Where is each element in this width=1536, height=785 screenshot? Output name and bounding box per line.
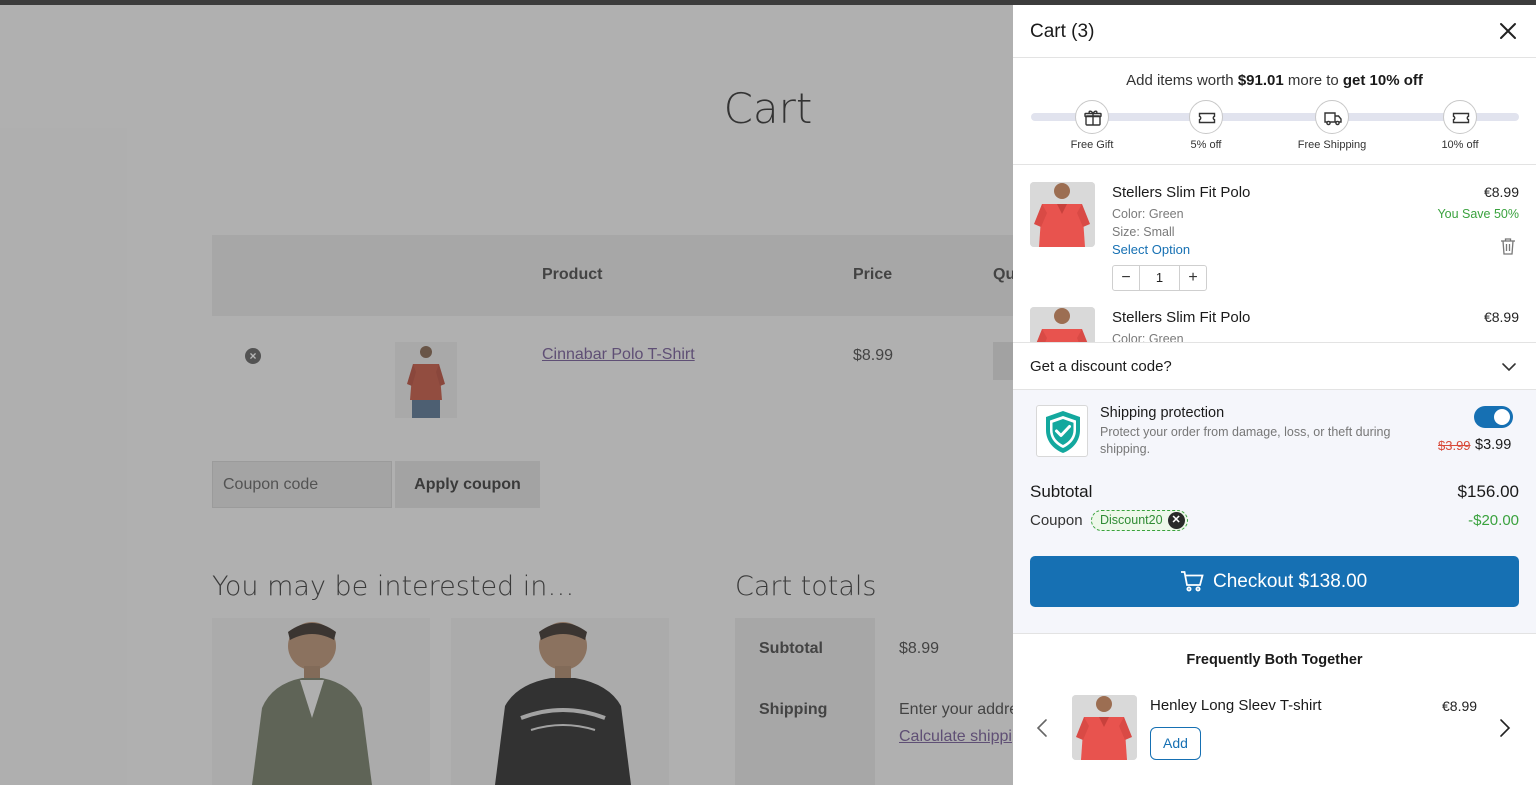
drawer-header: Cart (3) <box>1013 5 1536 58</box>
progress-msg-prefix: Add items worth <box>1126 72 1238 89</box>
item-name[interactable]: Stellers Slim Fit Polo <box>1112 309 1250 326</box>
fbt-product-image[interactable] <box>1072 695 1137 760</box>
ticket-icon <box>1189 100 1223 134</box>
discount-label: Get a discount code? <box>1030 358 1172 375</box>
order-summary: Shipping protection Protect your order f… <box>1013 390 1536 633</box>
progress-msg-middle: more to <box>1283 72 1343 89</box>
checkout-label: Checkout $138.00 <box>1213 571 1368 592</box>
select-option-link[interactable]: Select Option <box>1112 242 1190 257</box>
subtotal-value: $156.00 <box>1457 482 1519 501</box>
shield-icon <box>1036 405 1088 457</box>
subtotal-label: Subtotal <box>1030 482 1093 501</box>
fbt-product-name[interactable]: Henley Long Sleev T-shirt <box>1150 697 1321 714</box>
ticket-icon <box>1443 100 1477 134</box>
discount-code-toggle[interactable]: Get a discount code? <box>1013 342 1536 390</box>
truck-icon <box>1315 100 1349 134</box>
chevron-left-icon[interactable] <box>1036 718 1048 743</box>
cart-item: Stellers Slim Fit Polo Color: Green €8.9… <box>1013 291 1536 342</box>
cart-item: Stellers Slim Fit Polo Color: Green Size… <box>1013 166 1536 291</box>
item-image[interactable] <box>1030 182 1095 247</box>
decrease-qty-button[interactable]: − <box>1113 266 1139 290</box>
coupon-value: -$20.00 <box>1468 512 1519 529</box>
fbt-add-button[interactable]: Add <box>1150 727 1201 760</box>
fbt-title: Frequently Both Together <box>1186 652 1363 668</box>
remove-coupon-icon[interactable]: ✕ <box>1167 512 1185 529</box>
milestone-label: 10% off <box>1441 139 1479 151</box>
progress-msg-amount: $91.01 <box>1237 72 1284 89</box>
coupon-tag: Discount20 ✕ <box>1091 510 1188 531</box>
item-name[interactable]: Stellers Slim Fit Polo <box>1112 184 1250 201</box>
protection-old-price: $3.99 <box>1438 438 1471 453</box>
protection-title: Shipping protection <box>1100 405 1225 421</box>
coupon-label: Coupon <box>1030 512 1083 529</box>
item-savings: You Save 50% <box>1437 207 1519 221</box>
protection-description: Protect your order from damage, loss, or… <box>1100 425 1391 456</box>
fbt-product-price: €8.99 <box>1442 698 1478 714</box>
milestone-label: 5% off <box>1190 139 1222 151</box>
item-color: Color: Green <box>1112 332 1184 342</box>
quantity-value[interactable]: 1 <box>1139 266 1180 290</box>
milestone-label: Free Shipping <box>1297 139 1367 151</box>
milestone-label: Free Gift <box>1070 139 1114 151</box>
drawer-title: Cart (3) <box>1030 21 1095 42</box>
frequently-bought-together: Frequently Both Together Henley Long Sle… <box>1013 633 1536 785</box>
item-price: €8.99 <box>1483 184 1519 200</box>
cart-drawer: Cart (3) Add items worth $91.01 more to … <box>1013 5 1536 785</box>
quantity-stepper: − 1 + <box>1112 265 1207 291</box>
progress-msg-reward: get 10% off <box>1342 72 1423 89</box>
checkout-button[interactable]: Checkout $138.00 <box>1030 556 1519 607</box>
progress-message: Add items worth $91.01 more to get 10% o… <box>1013 72 1536 89</box>
protection-price: $3.99 <box>1475 437 1512 453</box>
protection-toggle[interactable] <box>1474 406 1513 428</box>
cart-items-list[interactable]: Stellers Slim Fit Polo Color: Green Size… <box>1013 166 1536 342</box>
item-price: €8.99 <box>1483 309 1519 325</box>
item-image[interactable] <box>1030 307 1095 342</box>
trash-icon[interactable] <box>1500 237 1516 260</box>
increase-qty-button[interactable]: + <box>1180 266 1206 290</box>
item-color: Color: Green <box>1112 207 1184 221</box>
item-size: Size: Small <box>1112 225 1175 239</box>
cart-icon <box>1181 571 1204 592</box>
close-icon[interactable] <box>1497 20 1519 42</box>
chevron-right-icon[interactable] <box>1499 718 1511 743</box>
coupon-code: Discount20 <box>1100 513 1163 527</box>
reward-progress: Add items worth $91.01 more to get 10% o… <box>1013 59 1536 165</box>
gift-icon <box>1075 100 1109 134</box>
chevron-down-icon <box>1501 359 1517 377</box>
